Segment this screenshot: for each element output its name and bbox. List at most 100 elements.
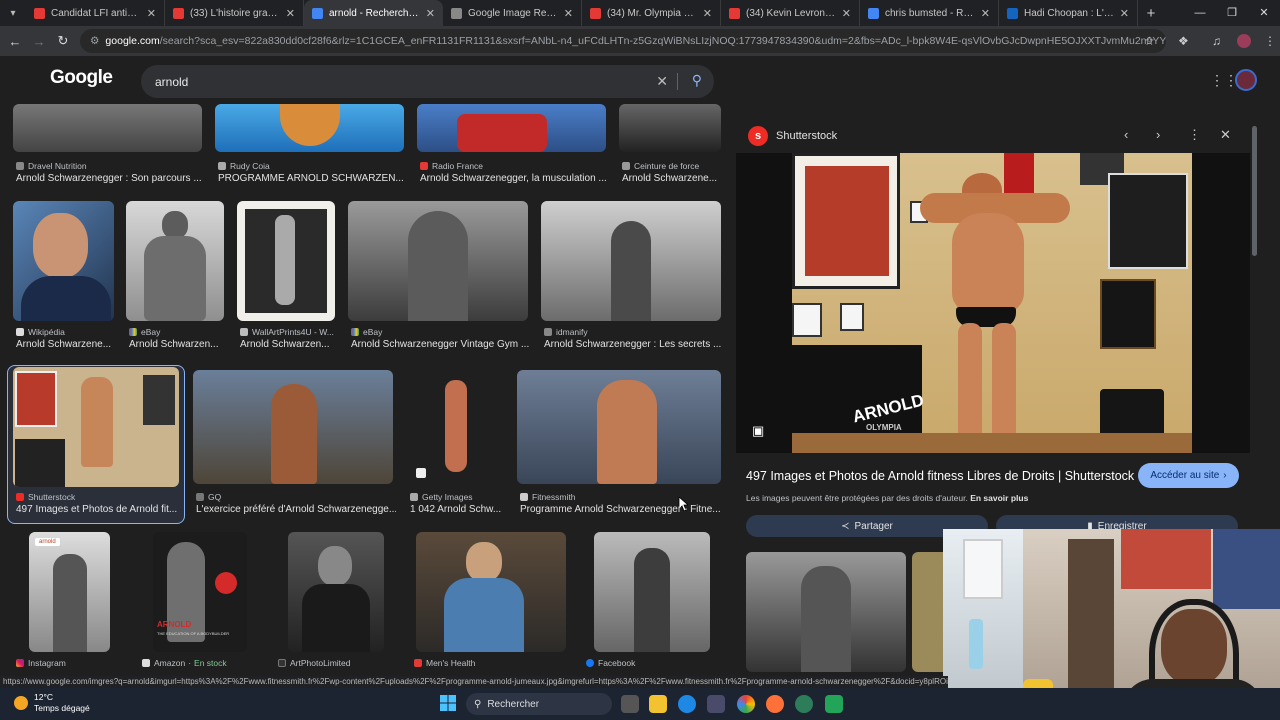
result-image[interactable] xyxy=(416,532,566,652)
extensions-icon[interactable]: ❖ xyxy=(1178,26,1189,56)
result-image[interactable] xyxy=(126,201,224,321)
minimize-button[interactable]: — xyxy=(1184,0,1216,26)
result-image[interactable] xyxy=(288,532,384,652)
page-scrollbar[interactable] xyxy=(1252,126,1257,256)
result-source[interactable]: ArtPhotoLimited xyxy=(278,658,350,668)
app-icon[interactable] xyxy=(795,695,813,713)
close-tab-icon[interactable]: ✕ xyxy=(842,7,851,20)
result-caption[interactable]: L'exercice préféré d'Arnold Schwarzenegg… xyxy=(196,504,396,515)
image-title[interactable]: 497 Images et Photos de Arnold fitness L… xyxy=(746,469,1134,483)
store-icon[interactable] xyxy=(707,695,725,713)
weather-icon[interactable] xyxy=(14,696,28,710)
file-explorer-icon[interactable] xyxy=(649,695,667,713)
result-image[interactable] xyxy=(405,370,504,484)
browser-tab[interactable]: (33) L'histoire grandiosen ✕ xyxy=(165,0,304,26)
browser-tab[interactable]: Candidat LFI antisémite à ✕ xyxy=(26,0,165,26)
visit-site-button[interactable]: Accéder au site › xyxy=(1138,463,1239,488)
result-image[interactable] xyxy=(215,104,404,152)
next-image-icon[interactable]: › xyxy=(1156,127,1160,142)
result-image[interactable]: ARNOLD THE EDUCATION OF A BODYBUILDER xyxy=(153,532,247,652)
close-window-button[interactable]: ✕ xyxy=(1248,0,1280,26)
result-source[interactable]: Wikipédia xyxy=(16,327,65,337)
address-bar[interactable]: ⚙ google.com/search?sca_esv=822a830dd0cf… xyxy=(80,29,1166,53)
close-tab-icon[interactable]: ✕ xyxy=(286,7,295,20)
result-caption[interactable]: Arnold Schwarzene... xyxy=(622,173,722,184)
result-image[interactable] xyxy=(619,104,721,152)
search-icon[interactable]: ⚲ xyxy=(692,72,702,89)
account-avatar[interactable] xyxy=(1235,69,1257,91)
close-tab-icon[interactable]: ✕ xyxy=(147,7,156,20)
result-caption[interactable]: Arnold Schwarzene... xyxy=(16,339,114,350)
result-source[interactable]: WallArtPrints4U - W... xyxy=(240,327,334,337)
app-icon[interactable] xyxy=(825,695,843,713)
result-source[interactable]: eBay xyxy=(129,327,160,337)
task-view-icon[interactable] xyxy=(621,695,639,713)
related-image[interactable] xyxy=(746,552,906,672)
close-tab-icon[interactable]: ✕ xyxy=(703,7,712,20)
result-image[interactable] xyxy=(348,201,528,321)
browser-tab[interactable]: Google Image Result ✕ xyxy=(443,0,582,26)
profile-icon[interactable] xyxy=(1237,26,1251,56)
result-source[interactable]: eBay xyxy=(351,327,382,337)
close-tab-icon[interactable]: ✕ xyxy=(1120,7,1129,20)
result-caption[interactable]: 1 042 Arnold Schw... xyxy=(410,504,506,515)
result-source[interactable]: Getty Images xyxy=(410,492,473,502)
result-caption[interactable]: Arnold Schwarzenegger : Les secrets ... xyxy=(544,339,722,350)
browser-tab[interactable]: Hadi Choopan : L'ascensi ✕ xyxy=(999,0,1138,26)
result-source[interactable]: Men's Health xyxy=(414,658,475,668)
result-caption[interactable]: PROGRAMME ARNOLD SCHWARZEN... xyxy=(218,173,404,184)
previous-image-icon[interactable]: ‹ xyxy=(1124,127,1128,142)
back-button[interactable]: ← xyxy=(3,34,27,49)
windows-start-icon[interactable] xyxy=(440,695,456,711)
media-control-icon[interactable]: ♫ xyxy=(1212,26,1221,56)
result-source[interactable]: idmanify xyxy=(544,327,588,337)
preview-image[interactable]: ARNOLD OLYMPIA ▣ xyxy=(736,153,1250,453)
result-image[interactable] xyxy=(541,201,721,321)
result-caption[interactable]: 497 Images et Photos de Arnold fit... xyxy=(16,504,180,515)
google-logo[interactable]: Google xyxy=(50,67,113,89)
result-source[interactable]: Dravel Nutrition xyxy=(16,161,87,171)
result-source[interactable]: Shutterstock xyxy=(16,492,75,502)
result-source[interactable]: Ceinture de force xyxy=(622,161,699,171)
result-image[interactable] xyxy=(417,104,606,152)
result-source[interactable]: Fitnessmith xyxy=(520,492,575,502)
result-source[interactable]: Radio France xyxy=(420,161,483,171)
taskbar-search[interactable]: ⚲ Rechercher xyxy=(466,693,612,715)
result-image[interactable] xyxy=(594,532,710,652)
result-source[interactable]: Instagram xyxy=(16,658,66,668)
edge-browser-icon[interactable] xyxy=(678,695,696,713)
result-image[interactable] xyxy=(517,370,721,484)
new-tab-button[interactable]: + xyxy=(1138,5,1164,22)
search-input[interactable]: arnold xyxy=(155,75,188,89)
close-panel-icon[interactable]: ✕ xyxy=(1220,127,1231,143)
clear-icon[interactable]: ✕ xyxy=(656,73,668,90)
result-image[interactable] xyxy=(13,201,114,321)
result-image-selected[interactable] xyxy=(13,367,179,487)
chrome-icon[interactable] xyxy=(737,695,755,713)
result-caption[interactable]: Arnold Schwarzen... xyxy=(240,339,336,350)
tab-search-button[interactable]: ▾ xyxy=(0,0,26,26)
result-source[interactable]: Rudy Coia xyxy=(218,161,270,171)
site-info-icon[interactable]: ⚙ xyxy=(90,35,99,47)
result-caption[interactable]: Arnold Schwarzenegger : Son parcours ... xyxy=(16,173,202,184)
browser-menu-icon[interactable]: ⋮ xyxy=(1264,26,1276,56)
result-source[interactable]: Amazon · En stock xyxy=(142,658,227,668)
result-caption[interactable]: Arnold Schwarzenegger, la musculation ..… xyxy=(420,173,606,184)
lens-search-icon[interactable]: ▣ xyxy=(752,423,764,439)
result-image[interactable] xyxy=(237,201,335,321)
panel-source[interactable]: s Shutterstock xyxy=(748,126,837,146)
browser-tab[interactable]: chris bumsted - Recherch ✕ xyxy=(860,0,999,26)
reload-button[interactable]: ↻ xyxy=(51,33,75,49)
result-caption[interactable]: Programme Arnold Schwarzenegger - Fitne.… xyxy=(520,504,722,515)
result-image[interactable] xyxy=(13,104,202,152)
browser-tab[interactable]: arnold - Recherche Googl ✕ xyxy=(304,0,443,26)
result-image[interactable]: arnold xyxy=(29,532,110,652)
learn-more-link[interactable]: En savoir plus xyxy=(970,493,1028,503)
weather-widget[interactable]: 12°C Temps dégagé xyxy=(34,692,90,714)
result-image[interactable] xyxy=(193,370,393,484)
result-source[interactable]: GQ xyxy=(196,492,221,502)
bookmark-star-icon[interactable]: ☆ xyxy=(1144,26,1155,56)
browser-tab[interactable]: (34) Kevin Levrone Theme ✕ xyxy=(721,0,860,26)
result-caption[interactable]: Arnold Schwarzenegger Vintage Gym ... xyxy=(351,339,531,350)
result-caption[interactable]: Arnold Schwarzen... xyxy=(129,339,225,350)
